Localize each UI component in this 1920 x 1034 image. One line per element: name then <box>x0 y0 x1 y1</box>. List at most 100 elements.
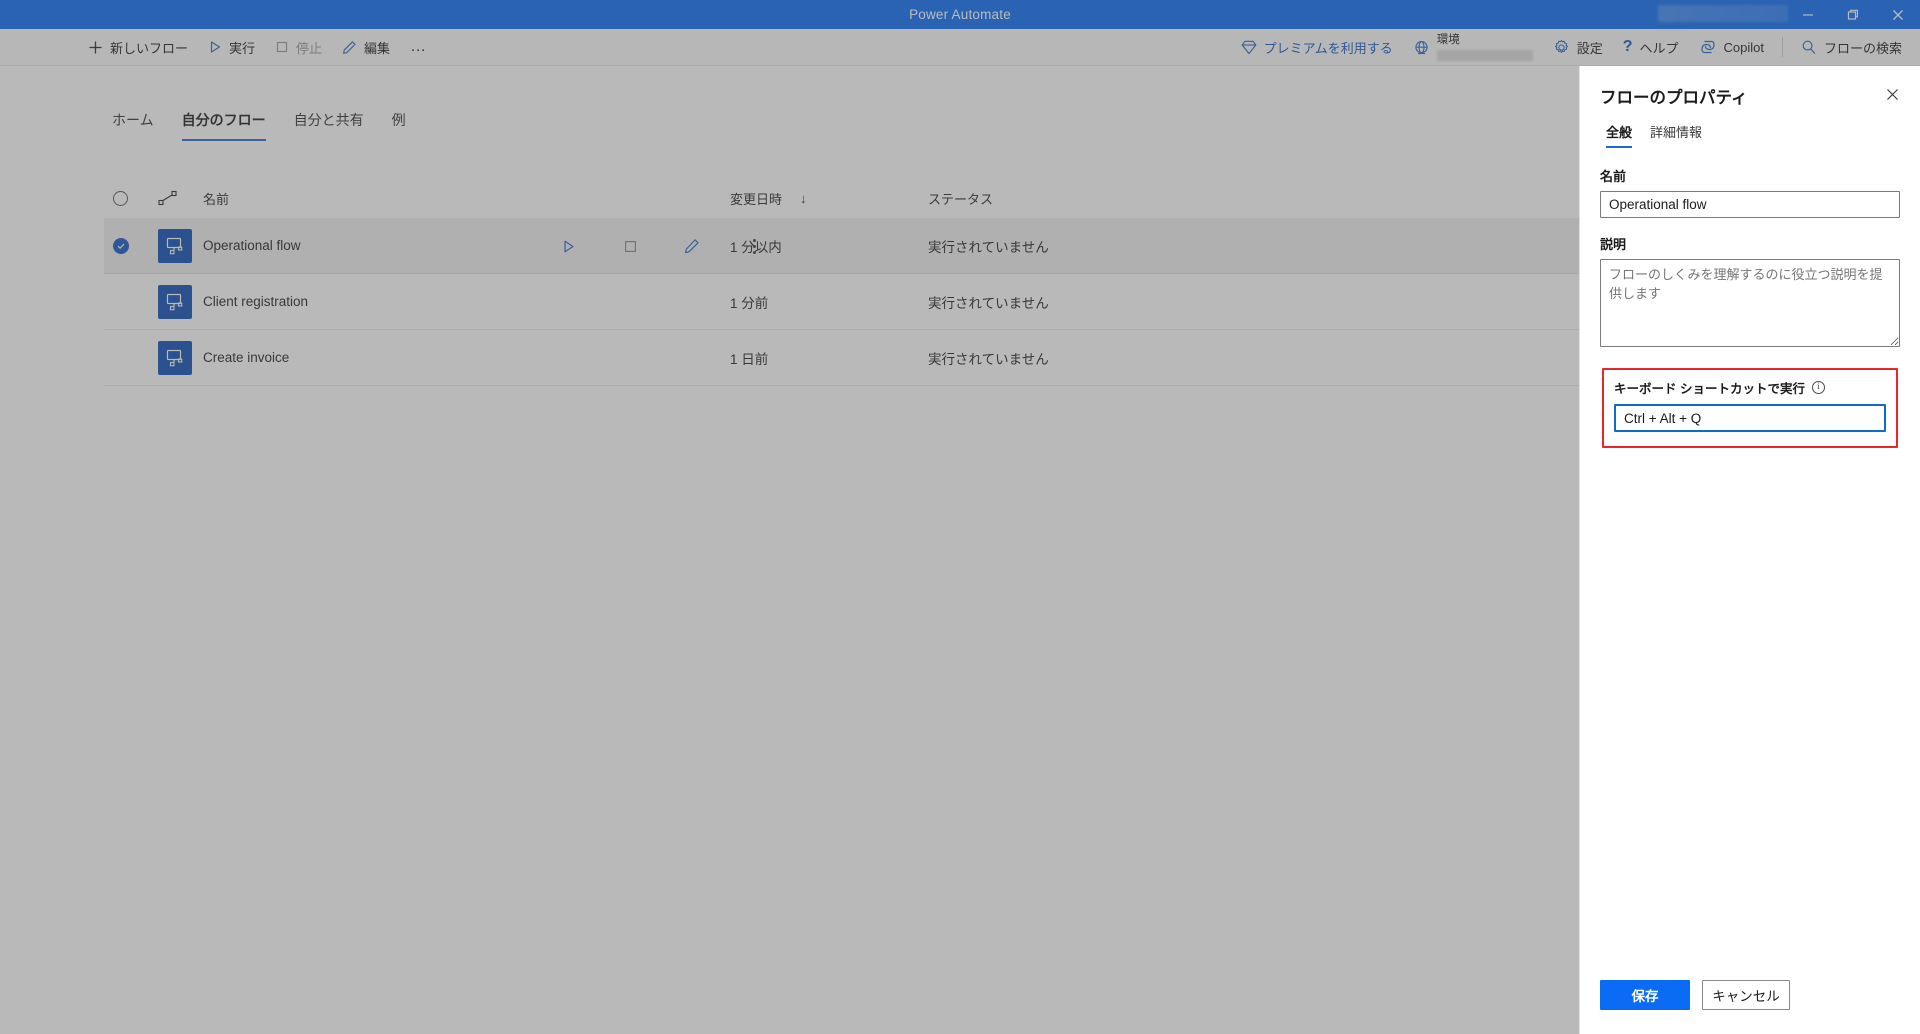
row-status: 実行されていません <box>928 236 1579 256</box>
command-bar: 新しいフロー 実行 停止 <box>0 29 1920 66</box>
table-row[interactable]: Create invoice 1 日前 実行されていません <box>104 330 1579 386</box>
premium-button[interactable]: プレミアムを利用する <box>1231 29 1403 66</box>
circle-checkbox-icon <box>113 191 128 206</box>
plus-icon <box>88 40 103 55</box>
new-flow-label: 新しいフロー <box>110 38 188 57</box>
column-header-name[interactable]: 名前 <box>203 189 730 208</box>
search-flows-button[interactable]: フローの検索 <box>1791 29 1912 66</box>
close-button[interactable] <box>1875 0 1920 29</box>
row-stop-button[interactable] <box>611 227 649 265</box>
row-name: Create invoice <box>203 350 730 365</box>
copilot-icon <box>1699 39 1717 55</box>
premium-label: プレミアムを利用する <box>1264 38 1393 57</box>
row-edit-button[interactable] <box>673 227 711 265</box>
power-automate-window: Power Automate <box>0 0 1920 1034</box>
flows-table: 名前 変更日時 ↓ ステータス <box>104 178 1579 386</box>
edit-button[interactable]: 編集 <box>332 29 400 66</box>
row-action-buttons <box>549 218 773 274</box>
copilot-button[interactable]: Copilot <box>1689 29 1774 66</box>
maximize-button[interactable] <box>1830 0 1875 29</box>
search-flows-label: フローの検索 <box>1824 38 1902 57</box>
flow-description-textarea[interactable] <box>1600 259 1900 347</box>
row-more-button[interactable] <box>735 227 773 265</box>
row-flow-icon <box>158 285 203 319</box>
flow-tabs: ホーム 自分のフロー 自分と共有 例 <box>98 110 420 141</box>
panel-close-button[interactable] <box>1878 80 1906 108</box>
shortcut-field-label: キーボード ショートカットで実行 i <box>1614 378 1886 397</box>
stop-label: 停止 <box>296 38 322 57</box>
table-row[interactable]: Operational flow 1 分以内 実行されていません <box>104 218 1579 274</box>
row-modified: 1 分前 <box>730 292 928 312</box>
tab-examples[interactable]: 例 <box>378 110 420 141</box>
panel-tab-details[interactable]: 詳細情報 <box>1644 122 1708 148</box>
row-flow-icon <box>158 341 203 375</box>
tab-my-flows[interactable]: 自分のフロー <box>168 110 280 141</box>
column-header-modified-label: 変更日時 <box>730 189 782 208</box>
sort-arrow-icon: ↓ <box>800 191 807 206</box>
environment-label: 環境 <box>1437 34 1533 47</box>
edit-icon <box>684 238 700 254</box>
globe-icon <box>1413 40 1430 61</box>
info-icon[interactable]: i <box>1812 381 1825 394</box>
settings-button[interactable]: 設定 <box>1543 29 1613 66</box>
flow-name-input[interactable] <box>1600 191 1900 218</box>
minimize-button[interactable] <box>1785 0 1830 29</box>
panel-tab-general[interactable]: 全般 <box>1600 122 1638 148</box>
window-controls <box>1785 0 1920 29</box>
tab-shared-with-me[interactable]: 自分と共有 <box>280 110 378 141</box>
run-label: 実行 <box>229 38 255 57</box>
title-bar: Power Automate <box>0 0 1920 29</box>
stop-icon <box>623 239 638 254</box>
row-modified: 1 日前 <box>730 348 928 368</box>
row-status: 実行されていません <box>928 348 1579 368</box>
more-commands-button[interactable]: … <box>400 29 437 66</box>
column-header-status[interactable]: ステータス <box>928 189 1579 208</box>
table-header-row: 名前 変更日時 ↓ ステータス <box>104 178 1579 218</box>
shortcut-label-text: キーボード ショートカットで実行 <box>1614 378 1805 397</box>
panel-header: フローのプロパティ <box>1580 66 1920 108</box>
description-field-group: 説明 <box>1600 234 1900 352</box>
keyboard-shortcut-input[interactable] <box>1614 404 1886 432</box>
help-button[interactable]: ? ヘルプ <box>1613 29 1689 66</box>
run-button[interactable]: 実行 <box>198 29 265 66</box>
column-header-modified[interactable]: 変更日時 ↓ <box>730 189 928 208</box>
command-bar-left: 新しいフロー 実行 停止 <box>78 29 437 66</box>
settings-label: 設定 <box>1577 38 1603 57</box>
edit-label: 編集 <box>364 38 390 57</box>
row-flow-icon <box>158 229 203 263</box>
play-icon <box>208 40 222 54</box>
panel-footer: 保存 キャンセル <box>1580 980 1920 1034</box>
shortcut-highlight-box: キーボード ショートカットで実行 i <box>1602 368 1898 448</box>
column-header-flow-type[interactable] <box>158 190 203 206</box>
checkbox-checked-icon <box>113 238 129 254</box>
environment-selector[interactable]: 環境 <box>1403 29 1543 66</box>
tab-home[interactable]: ホーム <box>98 110 168 141</box>
more-vertical-icon <box>753 239 756 254</box>
name-field-group: 名前 <box>1600 166 1900 218</box>
select-all-checkbox[interactable] <box>113 191 158 206</box>
desktop-flow-icon <box>158 341 192 375</box>
stop-button: 停止 <box>265 29 332 66</box>
name-field-label: 名前 <box>1600 166 1900 185</box>
panel-title: フローのプロパティ <box>1600 84 1900 108</box>
stop-icon <box>275 40 289 54</box>
save-button[interactable]: 保存 <box>1600 980 1690 1010</box>
table-row[interactable]: Client registration 1 分前 実行されていません <box>104 274 1579 330</box>
more-icon: … <box>410 38 427 56</box>
panel-body: 名前 説明 キーボード ショートカットで実行 i <box>1580 148 1920 448</box>
row-run-button[interactable] <box>549 227 587 265</box>
desktop-flow-icon <box>158 229 192 263</box>
gear-icon <box>1553 39 1570 56</box>
close-icon <box>1886 88 1899 101</box>
cancel-button[interactable]: キャンセル <box>1702 980 1790 1010</box>
help-label: ヘルプ <box>1640 38 1679 57</box>
run-icon <box>561 239 576 254</box>
row-checkbox-checked[interactable] <box>113 238 158 254</box>
account-chip-redacted[interactable] <box>1658 5 1788 22</box>
question-icon: ? <box>1623 38 1633 56</box>
new-flow-button[interactable]: 新しいフロー <box>78 29 198 66</box>
panel-tabs: 全般 詳細情報 <box>1580 108 1920 148</box>
flow-type-icon <box>158 190 178 206</box>
row-status: 実行されていません <box>928 292 1579 312</box>
description-field-label: 説明 <box>1600 234 1900 253</box>
